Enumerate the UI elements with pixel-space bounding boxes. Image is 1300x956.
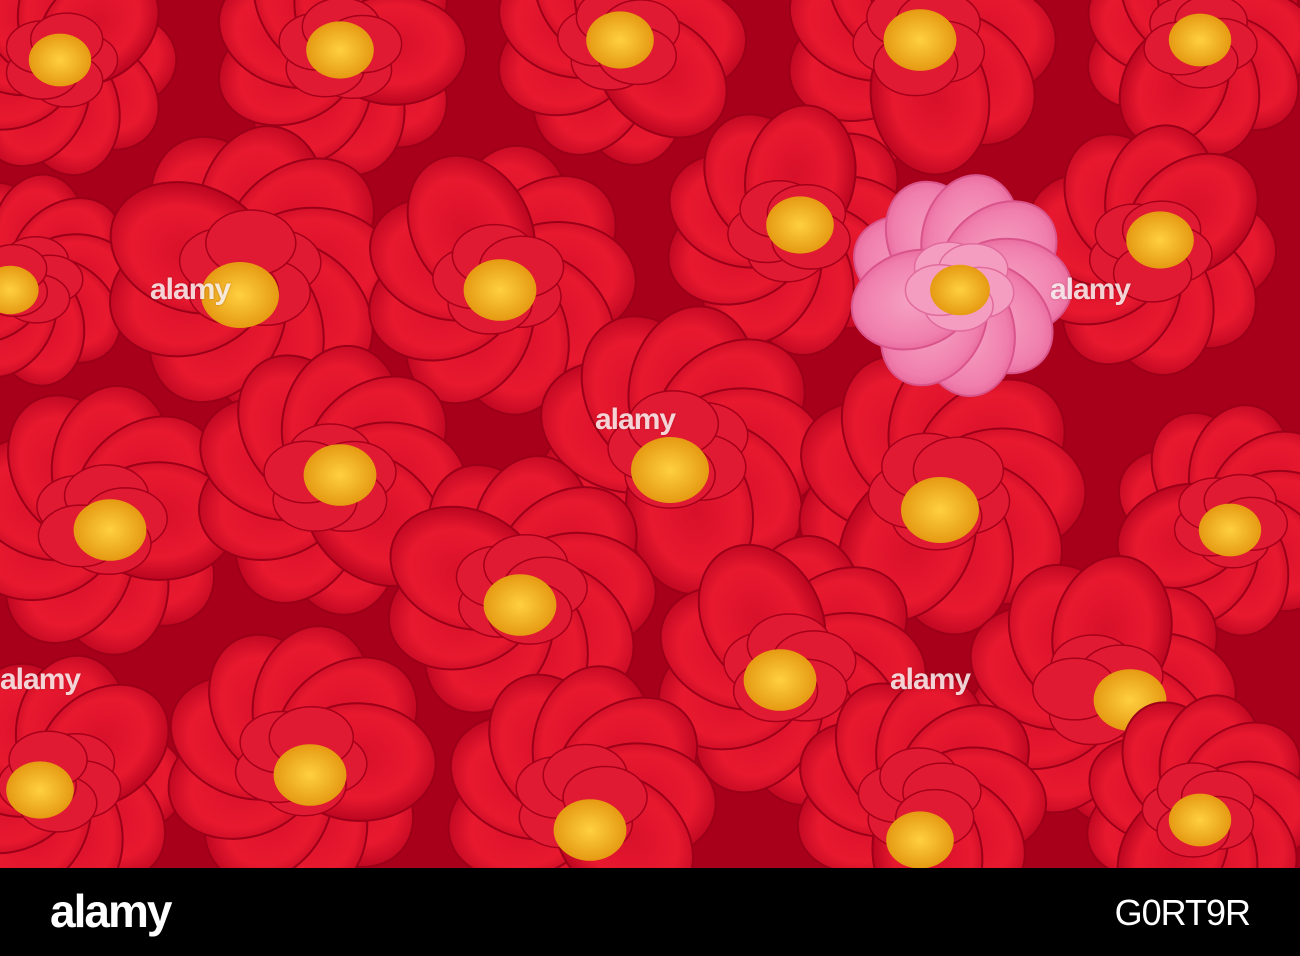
stamen-center xyxy=(766,196,834,254)
stamen-center xyxy=(886,811,954,868)
watermark-text: alamy xyxy=(595,403,676,436)
stamen-center xyxy=(6,761,74,819)
stamen-center xyxy=(28,33,92,87)
stamen-center xyxy=(463,259,537,321)
stamen-center xyxy=(483,574,557,636)
stamen-center xyxy=(553,799,627,861)
stamen-center xyxy=(586,11,654,69)
stamen-center xyxy=(631,437,709,503)
watermark-text: alamy xyxy=(150,273,231,306)
stamen-center xyxy=(273,744,347,806)
image-id: G0RT9R xyxy=(1114,892,1251,933)
stamen-center xyxy=(303,444,377,506)
stamen-center xyxy=(306,21,374,79)
stamen-center xyxy=(1126,211,1194,269)
stamen-center xyxy=(1168,13,1232,67)
watermark-text: alamy xyxy=(1050,273,1131,306)
stamen-center xyxy=(73,499,147,561)
stamen-center xyxy=(743,649,817,711)
footer-bar: alamy G0RT9R xyxy=(0,868,1300,956)
stamen-center xyxy=(1198,503,1262,557)
stamen-center xyxy=(930,264,990,316)
stamen-center xyxy=(883,9,957,71)
stamen-center xyxy=(901,477,979,543)
footer-logo: alamy xyxy=(50,885,172,937)
watermark-text: alamy xyxy=(0,663,81,696)
stamen-center xyxy=(1168,793,1232,847)
watermark-text: alamy xyxy=(890,663,971,696)
